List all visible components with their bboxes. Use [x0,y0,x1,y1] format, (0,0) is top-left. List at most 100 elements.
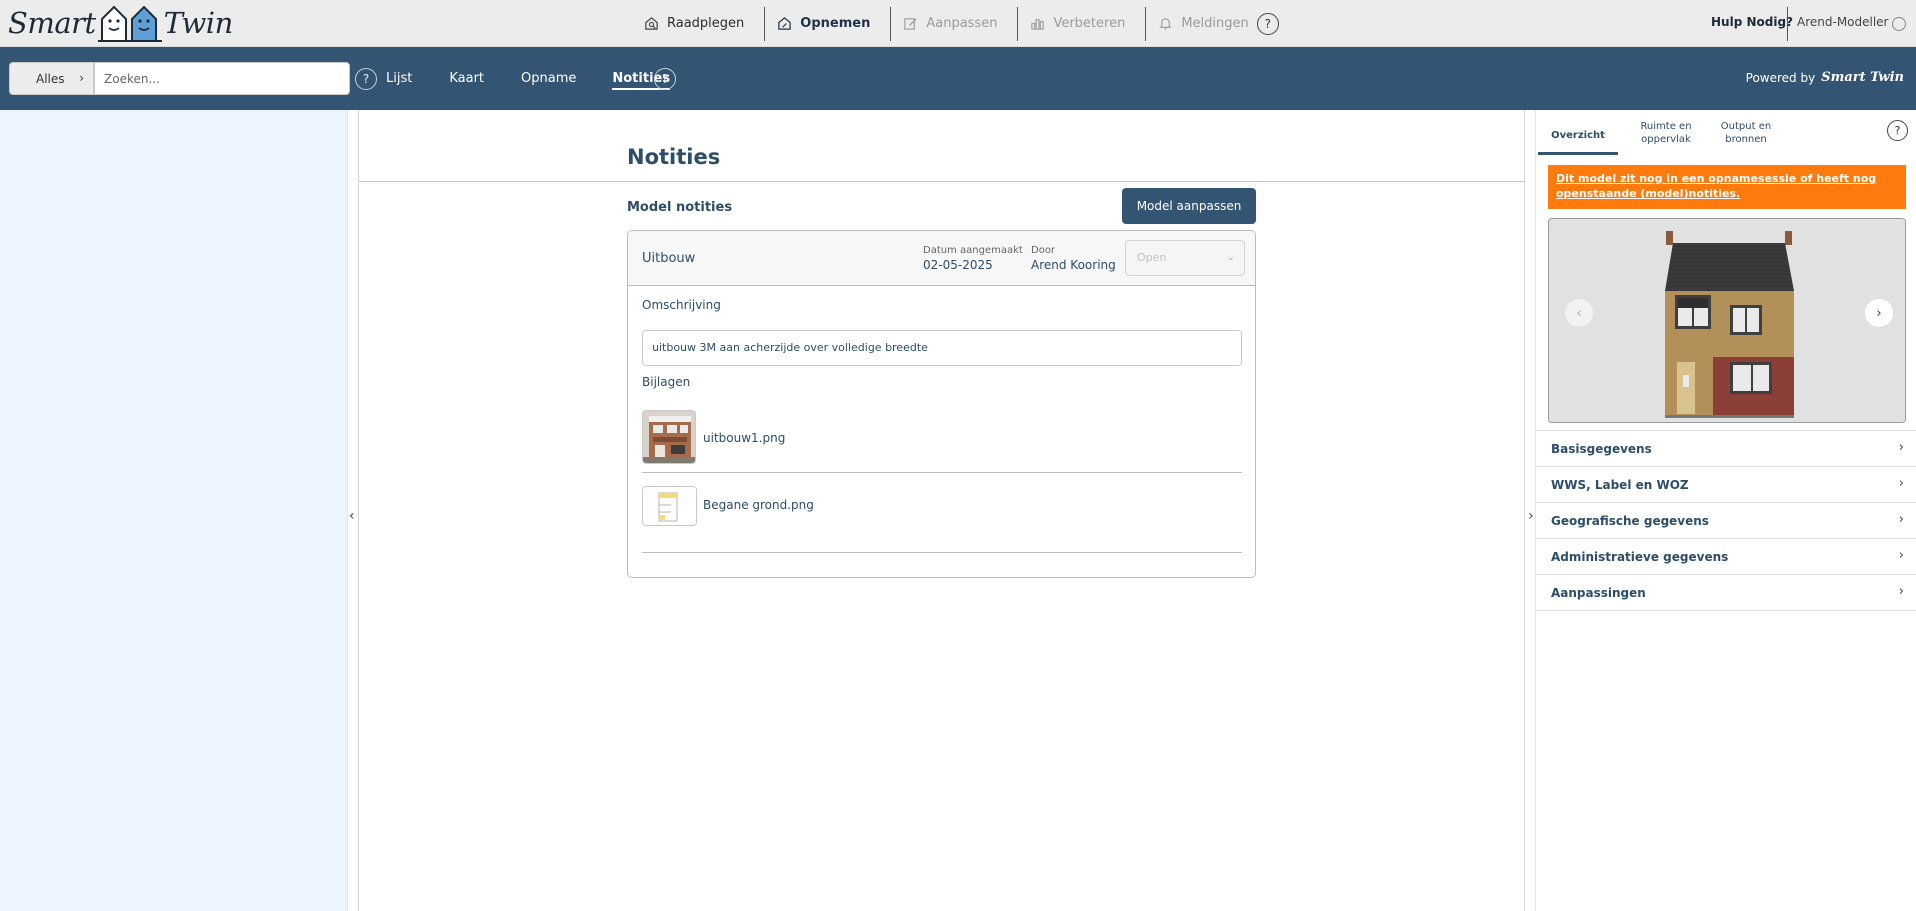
buildings-icon [1031,19,1045,30]
chevron-right-icon: › [1898,476,1904,491]
author-label: Door [1031,245,1056,256]
topnav-aanpassen[interactable]: Aanpassen [891,6,1019,41]
note-header[interactable]: Uitbouw Datum aangemaakt 02-05-2025 Door… [628,231,1255,286]
tab-overzicht[interactable]: Overzicht [1538,110,1618,155]
topnav-raadplegen[interactable]: Raadplegen [630,6,766,41]
bell-icon [1159,18,1172,30]
attachment-thumbnail[interactable] [642,486,697,526]
tab-ruimte-line2: oppervlak [1641,134,1691,145]
description-field[interactable]: uitbouw 3M aan acherzijde over volledige… [642,330,1242,366]
section-basisgegevens-label: Basisgegevens [1551,442,1652,456]
author-value: Arend Kooring [1031,258,1116,272]
description-label: Omschrijving [642,298,721,312]
powered-by-label: Powered by [1745,70,1816,85]
tab-output-en-bronnen[interactable]: Output en bronnen [1706,120,1786,146]
topnav-meldingen-label: Meldingen [1181,16,1249,31]
house-image-carousel: ‹ › [1548,218,1906,423]
topnav-verbeteren-label: Verbeteren [1053,16,1126,31]
user-divider [1787,7,1788,41]
tab-output-line1: Output en [1720,121,1772,132]
tab-ruimte-en-oppervlak[interactable]: Ruimte en oppervlak [1626,120,1706,146]
right-panel-toggle[interactable]: › [1524,110,1536,911]
powered-by: Powered by Smart Twin [1746,70,1904,85]
smart-twin-logo[interactable]: Smart Twin [8,3,233,43]
tab-opname[interactable]: Opname [521,71,576,90]
floorplan-thumbnail-icon [643,487,696,525]
right-panel-tabs: Overzicht Ruimte en oppervlak Output en … [1536,110,1916,155]
sections-bottom-divider [1536,610,1916,611]
chevron-right-icon: › [1898,584,1904,599]
title-divider [359,181,1524,182]
section-wws-label-woz[interactable]: WWS, Label en WOZ › [1536,466,1916,502]
tab-ruimte-line1: Ruimte en [1640,121,1692,132]
secondary-navbar: Alles › ? Lijst Kaart Opname Notities ? … [0,47,1916,110]
attachment-name[interactable]: uitbouw1.png [703,431,785,445]
section-aanpassingen[interactable]: Aanpassingen › [1536,574,1916,610]
chevron-right-icon: › [1898,440,1904,455]
section-geografische-gegevens[interactable]: Geografische gegevens › [1536,502,1916,538]
attachment-item[interactable]: uitbouw1.png [642,396,1242,473]
chevron-right-icon: › [1898,512,1904,527]
topnav-meldingen[interactable]: Meldingen ? [1146,7,1284,41]
left-sidebar [0,110,347,911]
section-basisgegevens[interactable]: Basisgegevens › [1536,430,1916,466]
tab-kaart[interactable]: Kaart [449,71,484,90]
top-bar: Smart Twin Raadplegen Opnemen Aanpassen … [0,0,1916,47]
help-needed-link[interactable]: Hulp Nodig? [1711,15,1793,29]
logo-word-right: Twin [163,6,234,40]
left-sidebar-toggle[interactable]: ‹ [347,110,359,911]
search-input[interactable] [94,62,350,95]
search-scope-label: Alles [36,71,65,86]
section-aanpassingen-label: Aanpassingen [1551,586,1646,600]
section-administratieve-gegevens[interactable]: Administratieve gegevens › [1536,538,1916,574]
model-notes-heading: Model notities [627,200,733,215]
tab-output-line2: bronnen [1725,134,1767,145]
top-navigation: Raadplegen Opnemen Aanpassen Verbeteren … [630,0,1285,47]
tab-lijst[interactable]: Lijst [386,71,412,90]
model-aanpassen-button[interactable]: Model aanpassen [1122,188,1256,224]
attachment-item[interactable]: Begane grond.png [642,476,1242,553]
user-avatar-icon[interactable] [1892,17,1906,31]
chevron-right-icon: › [1898,548,1904,563]
home-edit-icon [778,17,792,30]
carousel-next-button[interactable]: › [1865,299,1893,327]
powered-by-brand: Smart Twin [1821,70,1904,85]
date-created-value: 02-05-2025 [923,258,993,272]
topnav-opnemen-label: Opnemen [800,16,871,31]
section-geografische-label: Geografische gegevens [1551,514,1709,528]
attachment-thumbnail[interactable] [642,410,696,464]
carousel-prev-button[interactable]: ‹ [1565,299,1593,327]
session-warning-banner[interactable]: Dit model zit nog in een opnamesessie of… [1548,165,1906,209]
topnav-verbeteren[interactable]: Verbeteren [1018,6,1147,41]
chevron-right-icon[interactable]: › [1528,508,1534,524]
search-scope-dropdown[interactable]: Alles › [9,62,94,95]
topnav-aanpassen-label: Aanpassen [926,16,998,31]
tab-overzicht-label: Overzicht [1551,130,1605,141]
attachment-name[interactable]: Begane grond.png [703,498,814,512]
topnav-opnemen[interactable]: Opnemen [765,6,892,41]
note-status-value: Open [1137,251,1167,264]
topnav-help-icon[interactable]: ? [1256,12,1279,35]
user-name[interactable]: Arend-Modeller [1797,15,1889,29]
search-help-icon[interactable]: ? [355,68,377,90]
logo-word-left: Smart [8,6,96,40]
main-content: Notities Model notities Model aanpassen … [359,110,1524,911]
right-panel: Overzicht Ruimte en oppervlak Output en … [1536,110,1916,911]
date-created-label: Datum aangemaakt [923,245,1023,256]
section-administratieve-label: Administratieve gegevens [1551,550,1729,564]
logo-houses-icon [97,5,162,42]
view-tabs: Lijst Kaart Opname Notities [386,71,671,90]
note-card: Uitbouw Datum aangemaakt 02-05-2025 Door… [627,230,1256,578]
pencil-icon [904,18,917,30]
section-wws-label: WWS, Label en WOZ [1551,478,1689,492]
note-status-select[interactable]: Open ⌄ [1125,240,1245,276]
chevron-left-icon[interactable]: ‹ [349,508,355,524]
right-panel-help-icon[interactable]: ? [1887,120,1908,141]
chevron-down-icon: ⌄ [1226,252,1235,263]
tabs-help-icon[interactable]: ? [654,68,676,90]
topnav-raadplegen-label: Raadplegen [667,16,745,31]
photo-thumbnail-icon [643,411,695,463]
chevron-right-icon: › [79,71,84,85]
attachments-label: Bijlagen [642,375,691,389]
note-title: Uitbouw [642,251,696,266]
